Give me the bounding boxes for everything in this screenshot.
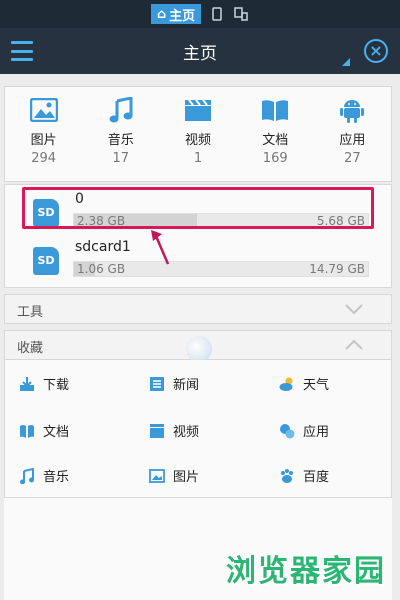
music-icon: [107, 97, 135, 123]
home-icon: ⌂: [156, 6, 167, 22]
section-label: 工具: [17, 305, 44, 320]
close-icon[interactable]: ×: [364, 39, 388, 63]
category-images[interactable]: 图片 294: [5, 87, 82, 181]
video-icon: [184, 97, 212, 123]
annotation-highlight-box: [22, 187, 374, 229]
favorite-downloads[interactable]: 下载: [19, 374, 69, 393]
status-strip: ⌂ 主页: [0, 0, 400, 28]
favorites-grid: 下载 新闻 天气 文档 视频 应用 音乐 图片 百度: [4, 360, 392, 498]
category-count: 27: [344, 151, 361, 166]
news-icon: [149, 376, 165, 392]
loading-indicator: [186, 336, 212, 362]
favorite-baidu[interactable]: 百度: [279, 466, 329, 485]
drive-name: sdcard1: [75, 239, 131, 255]
tab-home-label: 主页: [169, 8, 196, 24]
category-label: 视频: [185, 133, 212, 148]
app-icon: [279, 423, 295, 439]
document-icon: [261, 97, 289, 123]
chevron-up-icon: [345, 339, 363, 350]
category-bar: 图片 294 音乐 17 视频 1 文档 169 应用 27: [4, 86, 392, 182]
chevron-down-icon: [345, 304, 363, 315]
image-icon: [149, 468, 165, 484]
category-count: 17: [112, 151, 130, 166]
favorite-label: 天气: [303, 378, 330, 393]
category-label: 文档: [262, 133, 289, 148]
storage-used: 1.06 GB: [77, 262, 126, 276]
video-icon: [149, 423, 165, 439]
category-apps[interactable]: 应用 27: [314, 87, 391, 181]
baidu-icon: [279, 468, 295, 484]
android-icon: [338, 97, 366, 123]
favorite-weather[interactable]: 天气: [279, 374, 329, 393]
storage-total: 14.79 GB: [309, 262, 365, 276]
tab-home[interactable]: ⌂ 主页: [150, 4, 202, 24]
favorite-label: 下载: [43, 378, 70, 393]
category-count: 294: [31, 151, 57, 166]
watermark-logo: 浏览器家园: [226, 554, 386, 589]
category-label: 图片: [30, 133, 57, 148]
image-icon: [29, 97, 58, 123]
phone-icon: [212, 7, 222, 21]
favorite-music[interactable]: 音乐: [19, 466, 69, 485]
weather-icon: [279, 376, 295, 392]
document-icon: [19, 423, 35, 439]
favorite-label: 图片: [173, 470, 200, 485]
storage-usage-bar: 1.06 GB 14.79 GB: [73, 261, 369, 277]
music-icon: [19, 467, 35, 484]
tools-section-header[interactable]: 工具: [4, 294, 392, 324]
favorite-label: 应用: [303, 425, 330, 440]
tab-phone[interactable]: [209, 4, 225, 24]
annotation-arrow: [151, 230, 170, 265]
favorite-label: 文档: [43, 425, 70, 440]
category-music[interactable]: 音乐 17: [82, 87, 159, 181]
favorite-images[interactable]: 图片: [149, 466, 199, 485]
category-count: 169: [262, 151, 288, 166]
favorite-label: 新闻: [173, 378, 200, 393]
favorite-label: 视频: [173, 425, 200, 440]
category-label: 音乐: [107, 133, 134, 148]
page-title: 主页: [183, 43, 217, 64]
category-count: 1: [193, 151, 203, 166]
section-label: 收藏: [17, 341, 44, 356]
sd-card-icon: SD: [33, 247, 59, 275]
download-icon: [19, 376, 35, 392]
category-documents[interactable]: 文档 169: [237, 87, 314, 181]
favorite-apps[interactable]: 应用: [279, 421, 329, 440]
favorite-label: 音乐: [43, 470, 70, 485]
dropdown-corner-icon[interactable]: [342, 58, 350, 66]
devices-icon: [234, 7, 248, 21]
app-header: 主页 ×: [0, 28, 400, 74]
favorite-news[interactable]: 新闻: [149, 374, 199, 393]
tab-devices[interactable]: [233, 4, 249, 24]
category-label: 应用: [339, 133, 366, 148]
favorite-documents[interactable]: 文档: [19, 421, 69, 440]
favorite-videos[interactable]: 视频: [149, 421, 199, 440]
favorite-label: 百度: [303, 470, 330, 485]
category-videos[interactable]: 视频 1: [159, 87, 236, 181]
drive-sdcard1[interactable]: SD sdcard1 1.06 GB 14.79 GB: [25, 239, 375, 285]
